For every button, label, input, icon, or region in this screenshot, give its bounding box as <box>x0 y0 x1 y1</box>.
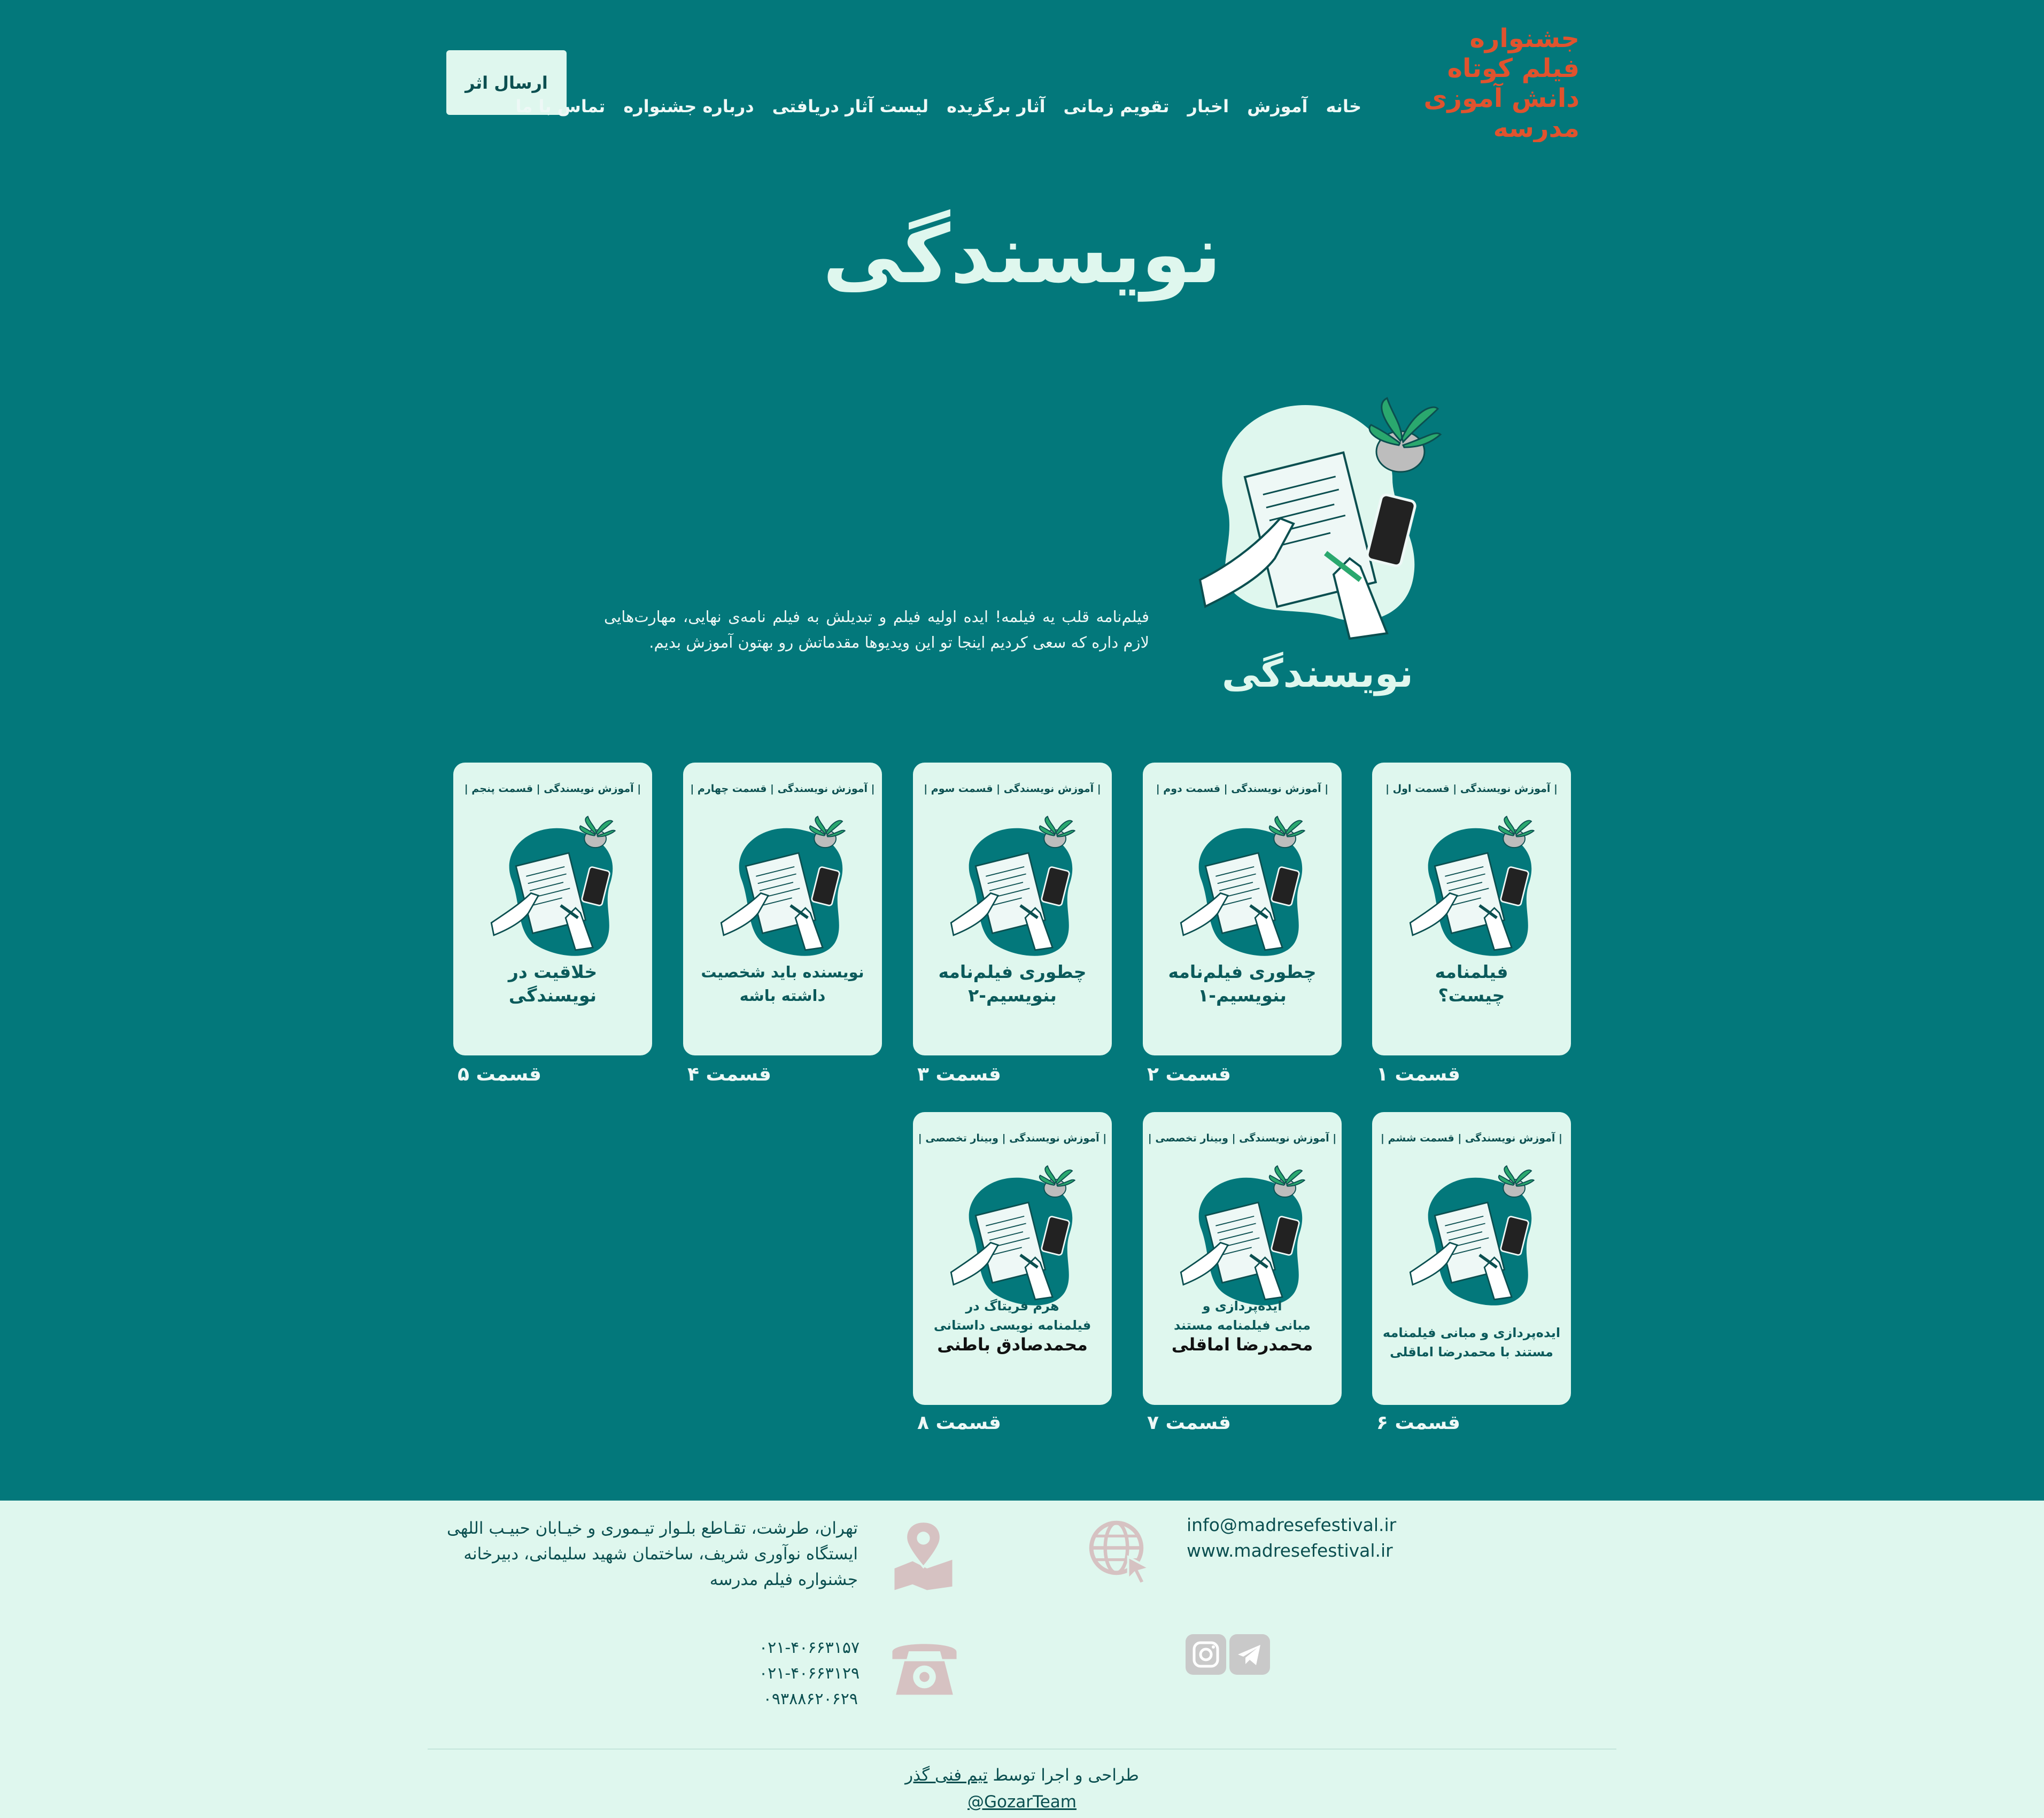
footer-email[interactable]: info@madresefestival.ir <box>1187 1514 1396 1535</box>
writing-illustration <box>1176 1163 1310 1312</box>
main-nav: خانه آموزش اخبار تقویم زمانی آثار برگزید… <box>516 96 1361 116</box>
writing-hero-illustration: نویسندگی <box>1189 382 1446 703</box>
episode-card-title: فیلمنامه چیست؟ <box>1435 961 1508 1006</box>
episode-card-title: چطوری فیلم‌نامه بنویسیم-۱ <box>1168 961 1317 1006</box>
episode-card-header: | آموزش نویسندگی | قسمت پنجم | <box>464 783 641 795</box>
episode-card-6[interactable]: | آموزش نویسندگی | قسمت ششم | ایده‌پرداز… <box>1372 1112 1571 1405</box>
nav-item-education[interactable]: آموزش <box>1247 96 1307 116</box>
episode-label-4[interactable]: قسمت ۴ <box>683 1063 882 1085</box>
episode-card-title: خلاقیت در نویسندگی <box>508 961 598 1006</box>
episode-card-1[interactable]: | آموزش نویسندگی | قسمت اول | فیلمنامه چی… <box>1372 763 1571 1055</box>
episode-card-title: چطوری فیلم‌نامه بنویسیم-۲ <box>938 961 1087 1006</box>
team-handle-link[interactable]: @GozarTeam <box>0 1792 2044 1812</box>
globe-cursor-icon <box>1085 1517 1155 1586</box>
logo-line-1: جشنواره <box>1469 24 1580 53</box>
episode-card-header: | آموزش نویسندگی | قسمت ششم | <box>1381 1132 1562 1144</box>
footer-phone-1[interactable]: ۰۲۱-۴۰۶۶۳۱۵۷ <box>759 1638 860 1657</box>
writing-illustration <box>716 813 850 963</box>
episode-card-header: | آموزش نویسندگی | قسمت سوم | <box>924 783 1101 795</box>
nav-item-calendar[interactable]: تقویم زمانی <box>1064 96 1170 116</box>
credit-prefix: طراحی و اجرا توسط <box>993 1766 1139 1785</box>
episode-card-header: | آموزش نویسندگی | وبینار تخصصی | <box>918 1132 1107 1144</box>
telegram-icon[interactable] <box>1229 1634 1270 1675</box>
instagram-icon[interactable] <box>1186 1634 1226 1675</box>
episode-card-3[interactable]: | آموزش نویسندگی | قسمت سوم | چطوری فیلم… <box>913 763 1112 1055</box>
telephone-icon <box>888 1634 961 1698</box>
nav-item-received-works[interactable]: لیست آثار دریافتی <box>772 96 928 116</box>
episode-card-title: نویسنده باید شخصیت داشته باشه <box>701 963 864 1005</box>
nav-item-about[interactable]: درباره جشنواره <box>623 96 754 116</box>
nav-item-contact[interactable]: تماس با ما <box>516 96 606 116</box>
episode-card-header: | آموزش نویسندگی | قسمت اول | <box>1385 783 1558 795</box>
festival-logo[interactable]: جشنواره فیلم کوتاه دانش آموزی مدرسه <box>1422 19 1582 143</box>
episode-label-6[interactable]: قسمت ۶ <box>1372 1412 1571 1434</box>
writing-illustration <box>486 813 620 963</box>
logo-line-2: فیلم کوتاه <box>1447 53 1580 83</box>
episode-label-8[interactable]: قسمت ۸ <box>913 1412 1112 1434</box>
credit-team-link[interactable]: تیم فنی گذر <box>905 1766 987 1785</box>
episode-label-7[interactable]: قسمت ۷ <box>1143 1412 1342 1434</box>
writing-illustration <box>1405 813 1539 963</box>
logo-line-3: دانش آموزی <box>1423 82 1580 113</box>
footer-address: تهران، طرشت، تقـاطع بلـوار تیـموری و خیـ… <box>447 1519 858 1589</box>
episode-card-title: ایده‌پردازی و مبانی فیلمنامه مستند محمدرضا… <box>1171 1299 1313 1355</box>
episode-card-header: | آموزش نویسندگی | وبینار تخصصی | <box>1148 1132 1337 1144</box>
nav-item-selected-works[interactable]: آثار برگزیده <box>947 96 1045 116</box>
nav-item-news[interactable]: اخبار <box>1188 96 1229 116</box>
hero-illustration-caption: نویسندگی <box>1222 651 1413 696</box>
episode-label-2[interactable]: قسمت ۲ <box>1143 1063 1342 1085</box>
episode-card-2[interactable]: | آموزش نویسندگی | قسمت دوم | چطوری فیلم… <box>1143 763 1342 1055</box>
footer-website[interactable]: www.madresefestival.ir <box>1187 1540 1393 1561</box>
episode-card-8[interactable]: | آموزش نویسندگی | وبینار تخصصی | هرم فر… <box>913 1112 1112 1405</box>
episode-card-title: هرم فریتاگ در فیلمنامه نویسی داستانی محمدص… <box>933 1299 1091 1355</box>
episode-card-title: ایده‌پردازی و مبانی فیلمنامه مستند با محم… <box>1382 1325 1561 1359</box>
intro-paragraph: فیلم‌نامه قلب یه فیلمه! ایده اولیه فیلم … <box>604 608 1149 651</box>
map-pin-icon <box>887 1517 959 1591</box>
writing-illustration <box>1405 1163 1539 1312</box>
footer: info@madresefestival.ir www.madresefesti… <box>0 1501 2044 1818</box>
episode-card-header: | آموزش نویسندگی | قسمت چهارم | <box>690 783 875 795</box>
episode-card-7[interactable]: | آموزش نویسندگی | وبینار تخصصی | ایده‌پ… <box>1143 1112 1342 1405</box>
episode-card-5[interactable]: | آموزش نویسندگی | قسمت پنجم | خلاقیت در… <box>453 763 652 1055</box>
footer-credit: طراحی و اجرا توسط تیم فنی گذر <box>0 1766 2044 1785</box>
writing-illustration <box>1176 813 1310 963</box>
footer-phone-3[interactable]: ۰۹۳۸۸۶۲۰۶۲۹ <box>759 1690 858 1708</box>
writing-illustration <box>946 1163 1080 1312</box>
footer-phone-2[interactable]: ۰۲۱-۴۰۶۶۳۱۲۹ <box>759 1664 860 1683</box>
nav-item-home[interactable]: خانه <box>1326 96 1362 116</box>
footer-divider <box>428 1749 1616 1750</box>
episode-label-1[interactable]: قسمت ۱ <box>1372 1063 1571 1085</box>
logo-line-4: مدرسه <box>1493 113 1580 142</box>
episode-card-4[interactable]: | آموزش نویسندگی | قسمت چهارم | نویسنده … <box>683 763 882 1055</box>
page-title: نویسندگی <box>822 208 1222 301</box>
episode-label-5[interactable]: قسمت ۵ <box>453 1063 652 1085</box>
writing-illustration <box>946 813 1080 963</box>
episode-card-header: | آموزش نویسندگی | قسمت دوم | <box>1156 783 1329 795</box>
episode-label-3[interactable]: قسمت ۳ <box>913 1063 1112 1085</box>
